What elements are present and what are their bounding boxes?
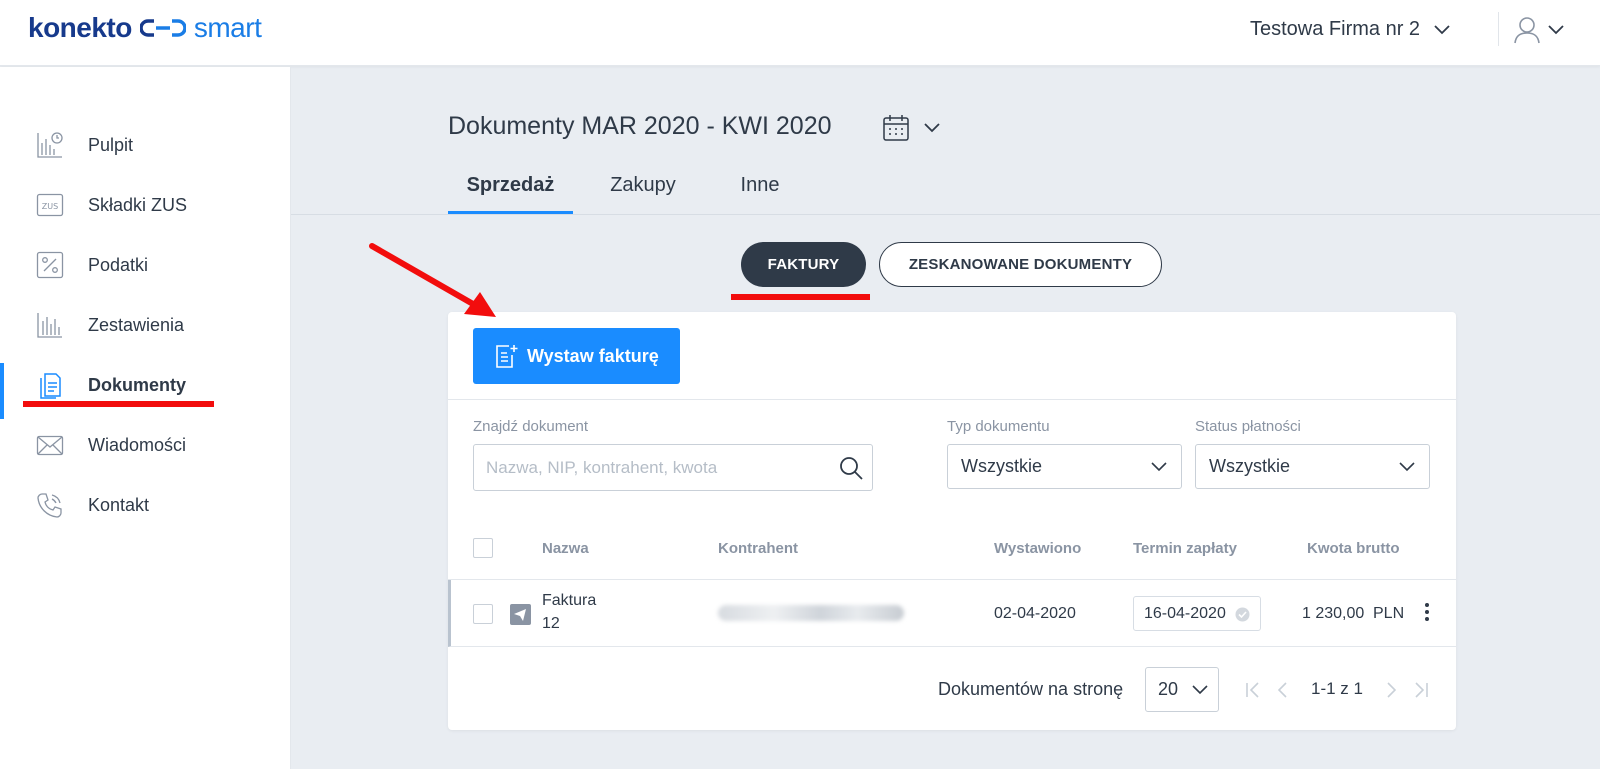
payment-status-label: Status płatności [1195, 418, 1301, 435]
sidebar-item-label: Podatki [88, 254, 149, 275]
column-header-nazwa[interactable]: Nazwa [542, 540, 589, 557]
bar-chart-icon [36, 311, 64, 339]
select-all-checkbox[interactable] [473, 538, 493, 558]
sidebar-item-label: Kontakt [88, 494, 150, 515]
first-page-icon[interactable] [1245, 682, 1261, 698]
date-range-picker[interactable] [882, 114, 940, 142]
last-page-icon[interactable] [1413, 682, 1429, 698]
konekto-smart-logo[interactable]: konekto smart [28, 12, 262, 44]
top-bar: konekto smart Testowa Firma nr 2 [0, 0, 1600, 66]
search-field [473, 444, 873, 491]
document-name-line1[interactable]: Faktura [542, 592, 596, 610]
envelope-icon [36, 431, 64, 459]
issue-invoice-button[interactable]: Wystaw fakturę [473, 328, 680, 384]
tabs-divider [291, 214, 1600, 215]
chevron-down-icon [1192, 685, 1208, 695]
per-page-value: 20 [1158, 679, 1179, 699]
per-page-select[interactable]: 20 [1145, 667, 1219, 712]
chevron-down-icon [1548, 25, 1564, 35]
sidebar-item-skladki-zus[interactable]: ZUS Składki ZUS [0, 181, 291, 229]
tab-sprzedaz[interactable]: Sprzedaż [448, 164, 573, 214]
doc-type-value: Wszystkie [961, 456, 1042, 476]
contractor-blurred [718, 605, 904, 621]
percent-icon [36, 251, 64, 279]
chevron-down-icon [1151, 462, 1167, 472]
documents-icon [36, 371, 64, 399]
company-switcher[interactable]: Testowa Firma nr 2 [1250, 18, 1450, 41]
column-header-wystawiono[interactable]: Wystawiono [994, 540, 1081, 557]
search-input[interactable] [486, 445, 826, 490]
annotation-underline-dokumenty [23, 401, 214, 407]
doc-type-label: Typ dokumentu [947, 418, 1050, 435]
column-header-termin-zaplaty[interactable]: Termin zapłaty [1133, 540, 1237, 557]
company-name: Testowa Firma nr 2 [1250, 18, 1421, 40]
search-icon[interactable] [838, 455, 864, 481]
payment-status-value: Wszystkie [1209, 456, 1290, 476]
issued-date: 02-04-2020 [994, 605, 1076, 622]
chevron-down-icon [1399, 462, 1415, 472]
svg-text:ZUS: ZUS [42, 202, 58, 211]
user-menu[interactable] [1514, 16, 1564, 44]
annotation-arrow-icon [369, 243, 496, 317]
doc-type-select[interactable]: Wszystkie [947, 444, 1182, 489]
next-page-icon[interactable] [1383, 682, 1399, 698]
logo-text-secondary: smart [193, 12, 262, 43]
sidebar-item-wiadomosci[interactable]: Wiadomości [0, 421, 291, 469]
amount-currency: PLN [1373, 605, 1405, 622]
chevron-down-icon [1434, 24, 1450, 34]
logo-link-icon [139, 19, 186, 37]
sent-status-icon [510, 604, 531, 625]
sidebar-item-podatki[interactable]: Podatki [0, 241, 291, 289]
check-circle-icon [1235, 607, 1250, 622]
zeskanowane-dokumenty-toggle[interactable]: ZESKANOWANE DOKUMENTY [879, 242, 1162, 287]
sidebar: Pulpit ZUS Składki ZUS Podatki Zestawien… [0, 67, 291, 769]
sidebar-item-label: Zestawienia [88, 314, 185, 335]
zus-icon: ZUS [36, 191, 64, 219]
issue-invoice-label: Wystaw fakturę [527, 345, 659, 366]
due-date: 16-04-2020 [1144, 604, 1226, 622]
sidebar-item-label: Składki ZUS [88, 194, 188, 215]
table-header [448, 516, 1456, 580]
faktury-toggle[interactable]: FAKTURY [741, 242, 866, 287]
column-header-kwota-brutto[interactable]: Kwota brutto [1307, 540, 1399, 557]
logo-text-primary: konekto [28, 12, 132, 43]
sidebar-item-label: Dokumenty [88, 374, 187, 395]
chevron-down-icon [924, 123, 940, 133]
due-date-badge: 16-04-2020 [1133, 596, 1261, 631]
annotation-underline-faktury [731, 294, 870, 300]
user-avatar-icon [1514, 17, 1540, 44]
row-more-icon[interactable] [1424, 603, 1430, 625]
new-document-icon [496, 345, 518, 368]
phone-icon [36, 491, 64, 519]
sidebar-item-label: Pulpit [88, 134, 134, 155]
tab-inne[interactable]: Inne [710, 164, 810, 214]
document-name-line2[interactable]: 12 [542, 615, 560, 633]
tab-zakupy[interactable]: Zakupy [588, 164, 698, 214]
per-page-label: Dokumentów na stronę [938, 679, 1124, 699]
column-header-kontrahent[interactable]: Kontrahent [718, 540, 798, 557]
sidebar-item-label: Wiadomości [88, 434, 187, 455]
dashboard-chart-icon [36, 131, 64, 159]
prev-page-icon[interactable] [1275, 682, 1291, 698]
header-divider [1498, 12, 1499, 46]
page-title: Dokumenty MAR 2020 - KWI 2020 [448, 112, 832, 140]
card-divider [448, 399, 1456, 400]
calendar-icon [883, 115, 909, 141]
sidebar-item-kontakt[interactable]: Kontakt [0, 481, 291, 529]
search-label: Znajdź dokument [473, 418, 589, 435]
sidebar-item-zestawienia[interactable]: Zestawienia [0, 301, 291, 349]
page-range: 1-1 z 1 [1311, 679, 1363, 698]
payment-status-select[interactable]: Wszystkie [1195, 444, 1430, 489]
row-checkbox[interactable] [473, 604, 493, 624]
sidebar-item-pulpit[interactable]: Pulpit [0, 121, 291, 169]
amount-value: 1 230,00 [1302, 605, 1365, 622]
